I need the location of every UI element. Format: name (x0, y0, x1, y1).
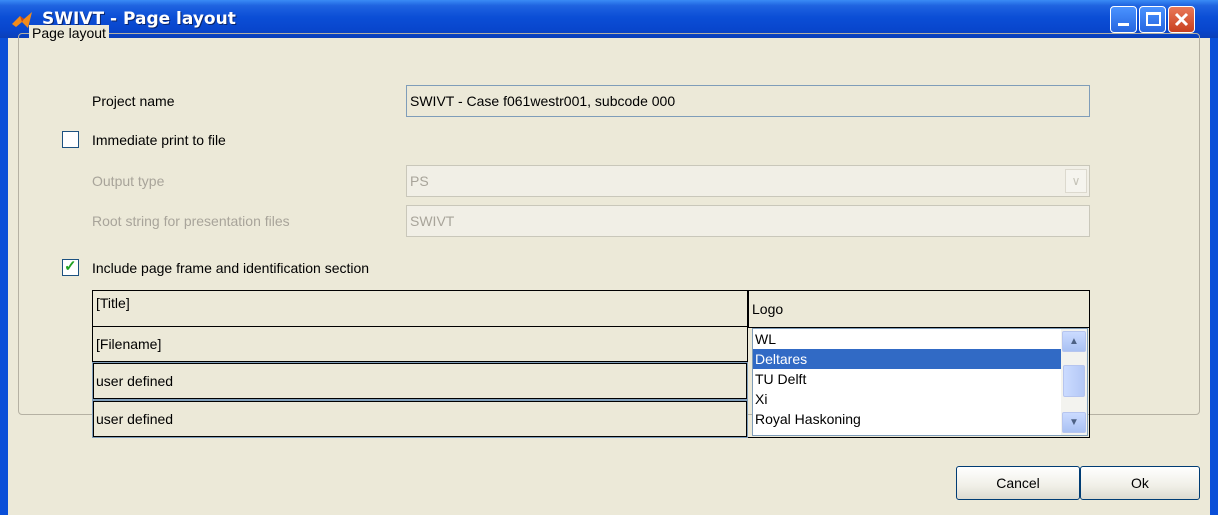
logo-option-royal-haskoning[interactable]: Royal Haskoning (753, 409, 1061, 429)
project-name-label: Project name (92, 93, 175, 109)
root-string-label: Root string for presentation files (92, 213, 290, 229)
dialog-content: Page layout Project name SWIVT - Case f0… (0, 0, 1218, 515)
output-type-label: Output type (92, 173, 165, 189)
immediate-print-label: Immediate print to file (92, 132, 226, 148)
logo-label: Logo (752, 301, 784, 317)
output-type-value: PS (410, 173, 429, 189)
logo-option-wl[interactable]: WL (753, 329, 1061, 349)
project-name-field[interactable]: SWIVT - Case f061westr001, subcode 000 (406, 85, 1090, 117)
scroll-down-icon[interactable]: ▼ (1062, 412, 1086, 433)
page-layout-group-label: Page layout (29, 25, 109, 41)
immediate-print-checkbox[interactable] (62, 131, 79, 148)
logo-option-tu-delft[interactable]: TU Delft (753, 369, 1061, 389)
scroll-thumb[interactable] (1063, 365, 1085, 397)
output-type-select[interactable]: PS ∨ (406, 165, 1090, 197)
logo-option-deltares[interactable]: Deltares (753, 349, 1061, 369)
logo-listbox-scrollbar[interactable]: ▲ ▼ (1061, 329, 1087, 435)
user-defined-field-2[interactable]: user defined (92, 400, 748, 438)
root-string-field[interactable]: SWIVT (406, 205, 1090, 237)
include-frame-checkbox[interactable]: ✓ (62, 258, 79, 276)
include-frame-label: Include page frame and identification se… (92, 260, 370, 276)
user-defined-field-1[interactable]: user defined (92, 362, 748, 400)
logo-label-cell: Logo (748, 290, 1090, 328)
logo-listbox[interactable]: WL Deltares TU Delft Xi Royal Haskoning … (752, 328, 1088, 436)
chevron-down-icon[interactable]: ∨ (1065, 169, 1087, 193)
cancel-button[interactable]: Cancel (956, 466, 1080, 500)
logo-option-xi[interactable]: Xi (753, 389, 1061, 409)
checkmark-icon: ✓ (64, 258, 77, 275)
filename-field[interactable]: [Filename] (92, 326, 748, 362)
ok-button[interactable]: Ok (1080, 466, 1200, 500)
title-field[interactable]: [Title] (92, 290, 748, 327)
scroll-up-icon[interactable]: ▲ (1062, 331, 1086, 352)
